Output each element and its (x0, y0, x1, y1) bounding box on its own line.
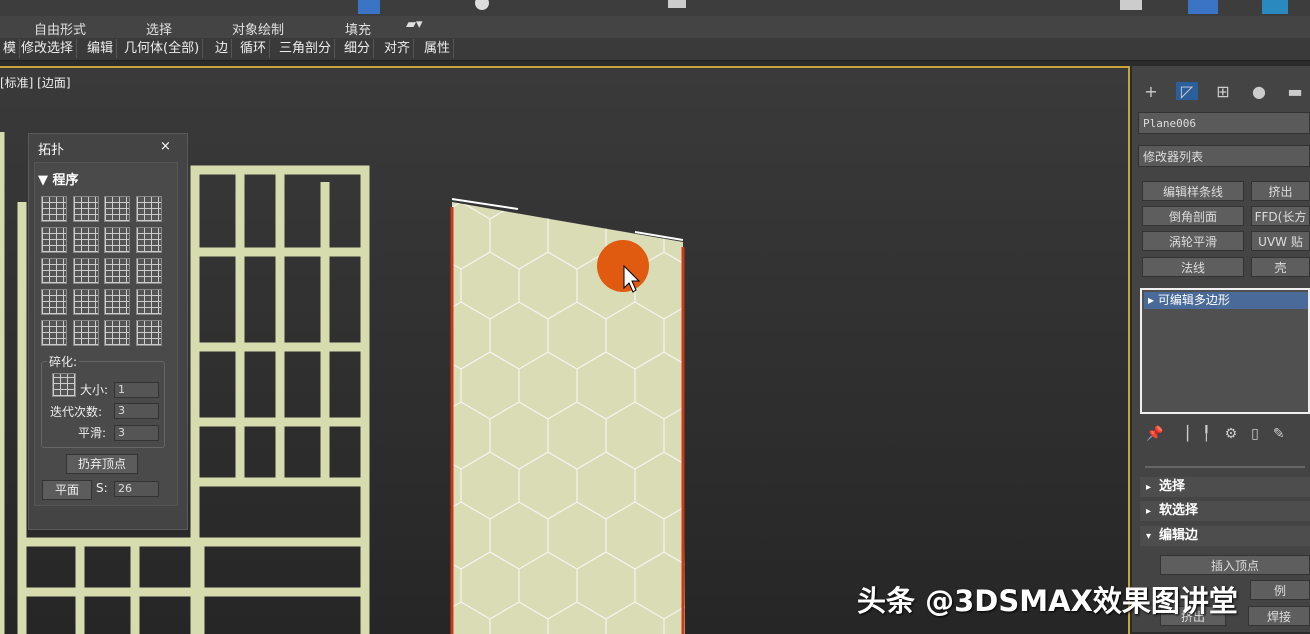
create-tab-icon[interactable]: + (1140, 82, 1162, 101)
tab-populate[interactable]: 填充 (345, 19, 371, 38)
ribbon-panel-row: 模 修改选择 编辑 几何体(全部) 边 循环 三角剖分 细分 对齐 属性 (0, 38, 1310, 61)
expand-arrow-icon[interactable]: ▸ (1148, 293, 1158, 307)
modifier-btn-uvw[interactable]: UVW 贴 (1251, 231, 1310, 251)
ribbon-btn-edit[interactable]: 编辑 (84, 39, 118, 58)
stack-item[interactable]: ▸ 可编辑多边形 (1144, 292, 1308, 309)
hierarchy-tab-icon[interactable]: ⊞ (1212, 82, 1234, 101)
rollout-soft-selection[interactable]: ▸ 软选择 (1140, 501, 1310, 521)
ribbon-btn-subdivide[interactable]: 细分 (341, 39, 375, 58)
pattern-icon[interactable] (136, 227, 162, 253)
object-name-field[interactable]: Plane006 (1138, 112, 1310, 134)
watermark: 头条 @3DSMAX效果图讲堂 (857, 584, 1238, 618)
pattern-icon[interactable] (104, 289, 130, 315)
layout-icon (1188, 0, 1218, 14)
modifier-btn-shell[interactable]: 壳 (1251, 257, 1310, 277)
size-spinner[interactable]: 1 (114, 382, 159, 398)
remove-button[interactable]: 例 (1250, 580, 1310, 600)
expand-arrow-icon: ▾ (1146, 531, 1152, 542)
pattern-icon[interactable] (104, 227, 130, 253)
pattern-icon[interactable] (73, 227, 99, 253)
fragment-label: 碎化: (47, 353, 80, 370)
viewport-label[interactable]: [标准] [边面] (0, 74, 71, 91)
collapse-arrow-icon: ▸ (1146, 506, 1152, 517)
circle-tool-icon (475, 0, 489, 10)
modify-tab-icon[interactable]: ◸ (1176, 82, 1198, 101)
pattern-icon[interactable] (136, 196, 162, 222)
rollout-edit-edges[interactable]: ▾ 编辑边 (1140, 526, 1310, 546)
topology-panel-title: 拓扑 (38, 143, 65, 158)
modifier-btn-normal[interactable]: 法线 (1142, 257, 1244, 277)
pattern-icon[interactable] (104, 320, 130, 346)
snap-icon (668, 0, 686, 8)
ribbon-btn-loop[interactable]: 循环 (237, 39, 271, 58)
s-spinner[interactable]: 26 (114, 481, 159, 497)
cursor-highlight (597, 240, 649, 292)
pattern-icon[interactable] (41, 258, 67, 284)
fragment-pattern-icon[interactable] (52, 373, 76, 397)
rollout-selection-label: 选择 (1159, 479, 1186, 494)
render-icon (1262, 0, 1288, 14)
toolbar-icons (358, 0, 1288, 14)
plane-button[interactable]: 平面 (42, 480, 92, 500)
select-tool-icon (358, 0, 380, 14)
ribbon-btn-triangulate[interactable]: 三角剖分 (276, 39, 336, 58)
ribbon-options-icon[interactable]: ▰▾ (406, 17, 423, 32)
pattern-icon[interactable] (41, 196, 67, 222)
tab-object-paint[interactable]: 对象绘制 (232, 19, 284, 38)
s-label: S: (96, 481, 108, 495)
pattern-icon[interactable] (73, 196, 99, 222)
display-tab-icon[interactable]: ▬ (1284, 82, 1306, 101)
size-label: 大小: (80, 383, 109, 397)
iterations-spinner[interactable]: 3 (114, 403, 159, 419)
ribbon-btn-properties[interactable]: 属性 (421, 39, 455, 58)
pattern-icon[interactable] (41, 320, 67, 346)
pattern-icon[interactable] (136, 320, 162, 346)
motion-tab-icon[interactable]: ● (1248, 82, 1270, 101)
iterations-label: 迭代次数: (50, 405, 103, 419)
smooth-spinner[interactable]: 3 (114, 425, 159, 441)
ribbon-tab-bar: 自由形式 选择 对象绘制 填充 ▰▾ (0, 16, 1310, 39)
pattern-icon[interactable] (73, 320, 99, 346)
ribbon-btn-edge[interactable]: 边 (212, 39, 233, 58)
stack-tools-icons[interactable]: 📌▕╿⚙▯✎ (1146, 426, 1299, 442)
ribbon-btn-modify-selection[interactable]: 修改选择 (18, 39, 78, 58)
modifier-btn-turbosmooth[interactable]: 涡轮平滑 (1142, 231, 1244, 251)
rollout-selection[interactable]: ▸ 选择 (1140, 477, 1310, 497)
hexagon-mesh-panel (450, 198, 685, 634)
pattern-icon[interactable] (41, 289, 67, 315)
discard-vertices-button[interactable]: 扔弃顶点 (66, 454, 138, 474)
ribbon-btn-align[interactable]: 对齐 (381, 39, 415, 58)
modifier-btn-bevel-profile[interactable]: 倒角剖面 (1142, 206, 1244, 226)
collapse-arrow-icon: ▸ (1146, 482, 1152, 493)
modifier-btn-extrude[interactable]: 挤出 (1251, 181, 1310, 201)
close-icon[interactable]: × (160, 139, 171, 154)
tab-selection[interactable]: 选择 (146, 19, 172, 38)
smooth-label: 平滑: (78, 426, 107, 440)
weld-button[interactable]: 焊接 (1248, 606, 1310, 626)
scene-icon (1120, 0, 1142, 10)
ribbon-btn-mode[interactable]: 模 (0, 39, 21, 58)
pattern-icon[interactable] (104, 196, 130, 222)
rollout-edit-edges-label: 编辑边 (1159, 528, 1199, 543)
pattern-icon[interactable] (104, 258, 130, 284)
rollout-soft-selection-label: 软选择 (1159, 503, 1199, 518)
tab-freeform[interactable]: 自由形式 (34, 19, 86, 38)
insert-vertex-button[interactable]: 插入顶点 (1160, 555, 1310, 575)
pattern-icon[interactable] (41, 227, 67, 253)
pattern-icon[interactable] (136, 289, 162, 315)
modifier-btn-edit-spline[interactable]: 编辑样条线 (1142, 181, 1244, 201)
pattern-icon[interactable] (136, 258, 162, 284)
modifier-list-dropdown[interactable]: 修改器列表 (1138, 145, 1310, 167)
stack-item-label: 可编辑多边形 (1157, 293, 1230, 307)
main-toolbar (0, 0, 1310, 16)
ribbon-btn-geometry-all[interactable]: 几何体(全部) (121, 39, 204, 58)
modifier-btn-ffd[interactable]: FFD(长方 (1251, 206, 1310, 226)
program-rollout-header[interactable]: ▼ 程序 (38, 169, 79, 188)
pattern-icon[interactable] (73, 289, 99, 315)
panel-divider (1145, 466, 1305, 468)
pattern-icon[interactable] (73, 258, 99, 284)
